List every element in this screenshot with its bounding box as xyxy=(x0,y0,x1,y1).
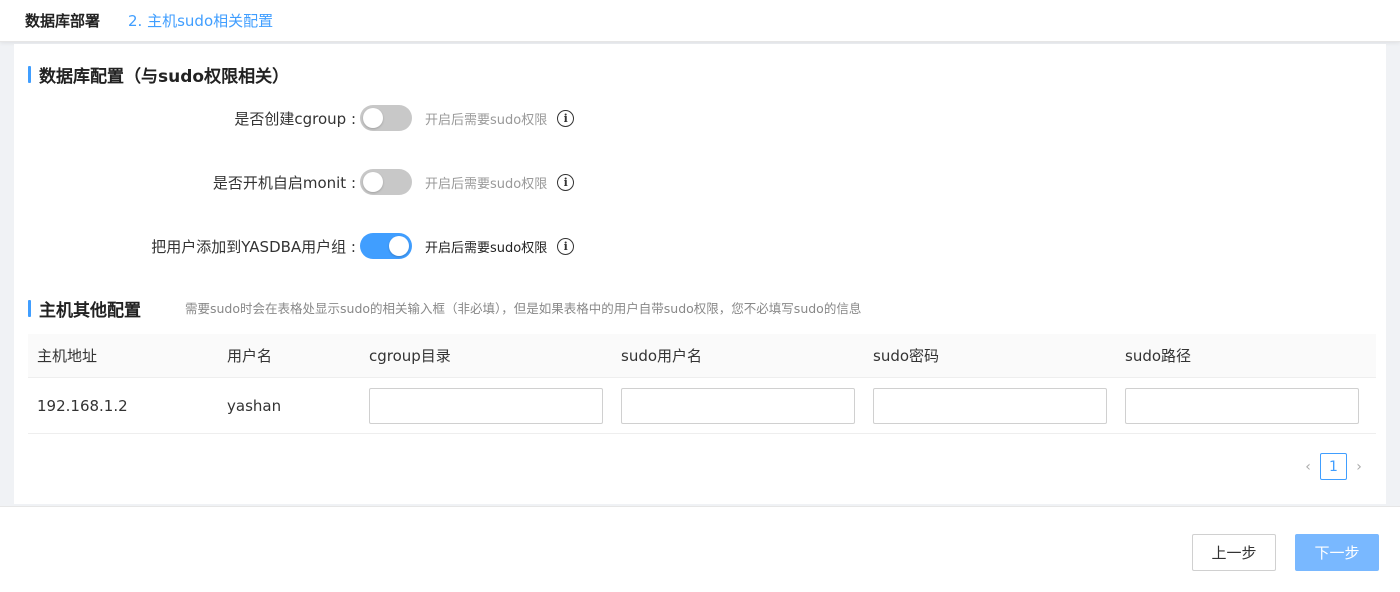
yasdba-label: 把用户添加到YASDBA用户组 : xyxy=(151,237,356,256)
footer-bar: 上一步 下一步 xyxy=(0,506,1400,592)
yasdba-toggle[interactable] xyxy=(360,233,412,259)
column-header-cgroup-dir: cgroup目录 xyxy=(369,347,451,365)
table-row: 192.168.1.2 yashan xyxy=(28,378,1376,434)
sudo-user-input[interactable] xyxy=(621,387,855,424)
section-accent-bar xyxy=(28,66,31,83)
page-number-current[interactable]: 1 xyxy=(1320,453,1347,480)
table-header: 主机地址 用户名 cgroup目录 sudo用户名 sudo密码 sudo路径 xyxy=(28,334,1376,378)
host-cell: 192.168.1.2 xyxy=(37,396,128,415)
sudo-password-input[interactable] xyxy=(873,387,1107,424)
column-header-host: 主机地址 xyxy=(37,347,98,365)
info-icon[interactable]: i xyxy=(557,173,575,191)
main-content: 数据库配置（与sudo权限相关） 是否创建cgroup : 开启后需要sudo权… xyxy=(14,44,1386,504)
toggle-knob xyxy=(363,172,383,192)
cgroup-row: 是否创建cgroup : 开启后需要sudo权限 i xyxy=(14,104,575,132)
yasdba-hint: 开启后需要sudo权限 xyxy=(425,240,548,256)
db-config-section-title: 数据库配置（与sudo权限相关） xyxy=(28,62,289,87)
monit-hint: 开启后需要sudo权限 xyxy=(425,176,548,192)
column-header-sudo-password: sudo密码 xyxy=(873,347,940,365)
sudo-path-cell xyxy=(1116,387,1368,424)
monit-row: 是否开机自启monit : 开启后需要sudo权限 i xyxy=(14,168,575,196)
cgroup-label: 是否创建cgroup : xyxy=(234,109,356,128)
cgroup-dir-cell xyxy=(360,387,612,424)
sudo-password-cell xyxy=(864,387,1116,424)
monit-toggle[interactable] xyxy=(360,169,412,195)
monit-label: 是否开机自启monit : xyxy=(212,173,356,192)
next-page-icon[interactable]: › xyxy=(1349,459,1369,475)
toggle-knob xyxy=(363,108,383,128)
host-config-section-title: 主机其他配置 xyxy=(28,296,141,321)
column-header-sudo-path: sudo路径 xyxy=(1125,347,1192,365)
page-title: 数据库部署 xyxy=(25,12,101,30)
toggle-knob xyxy=(389,236,409,256)
prev-page-icon[interactable]: ‹ xyxy=(1298,459,1318,475)
section-accent-bar xyxy=(28,300,31,317)
pagination: ‹ 1 › xyxy=(1298,453,1369,480)
sudo-path-input[interactable] xyxy=(1125,387,1359,424)
cgroup-dir-input[interactable] xyxy=(369,387,603,424)
db-config-title: 数据库配置（与sudo权限相关） xyxy=(39,67,290,87)
host-config-title: 主机其他配置 xyxy=(39,301,141,321)
column-header-sudo-user: sudo用户名 xyxy=(621,347,703,365)
page-header: 数据库部署 2. 主机sudo相关配置 xyxy=(0,0,1400,42)
sudo-user-cell xyxy=(612,387,864,424)
info-icon[interactable]: i xyxy=(557,237,575,255)
host-config-note: 需要sudo时会在表格处显示sudo的相关输入框（非必填），但是如果表格中的用户… xyxy=(185,301,862,316)
prev-step-button[interactable]: 上一步 xyxy=(1192,534,1276,571)
host-table: 主机地址 用户名 cgroup目录 sudo用户名 sudo密码 sudo路径 … xyxy=(28,334,1376,434)
column-header-user: 用户名 xyxy=(227,347,273,365)
next-step-button[interactable]: 下一步 xyxy=(1295,534,1379,571)
user-cell: yashan xyxy=(227,396,282,415)
yasdba-row: 把用户添加到YASDBA用户组 : 开启后需要sudo权限 i xyxy=(14,232,575,260)
info-icon[interactable]: i xyxy=(557,109,575,127)
cgroup-toggle[interactable] xyxy=(360,105,412,131)
step-indicator: 2. 主机sudo相关配置 xyxy=(128,12,274,30)
cgroup-hint: 开启后需要sudo权限 xyxy=(425,112,548,128)
